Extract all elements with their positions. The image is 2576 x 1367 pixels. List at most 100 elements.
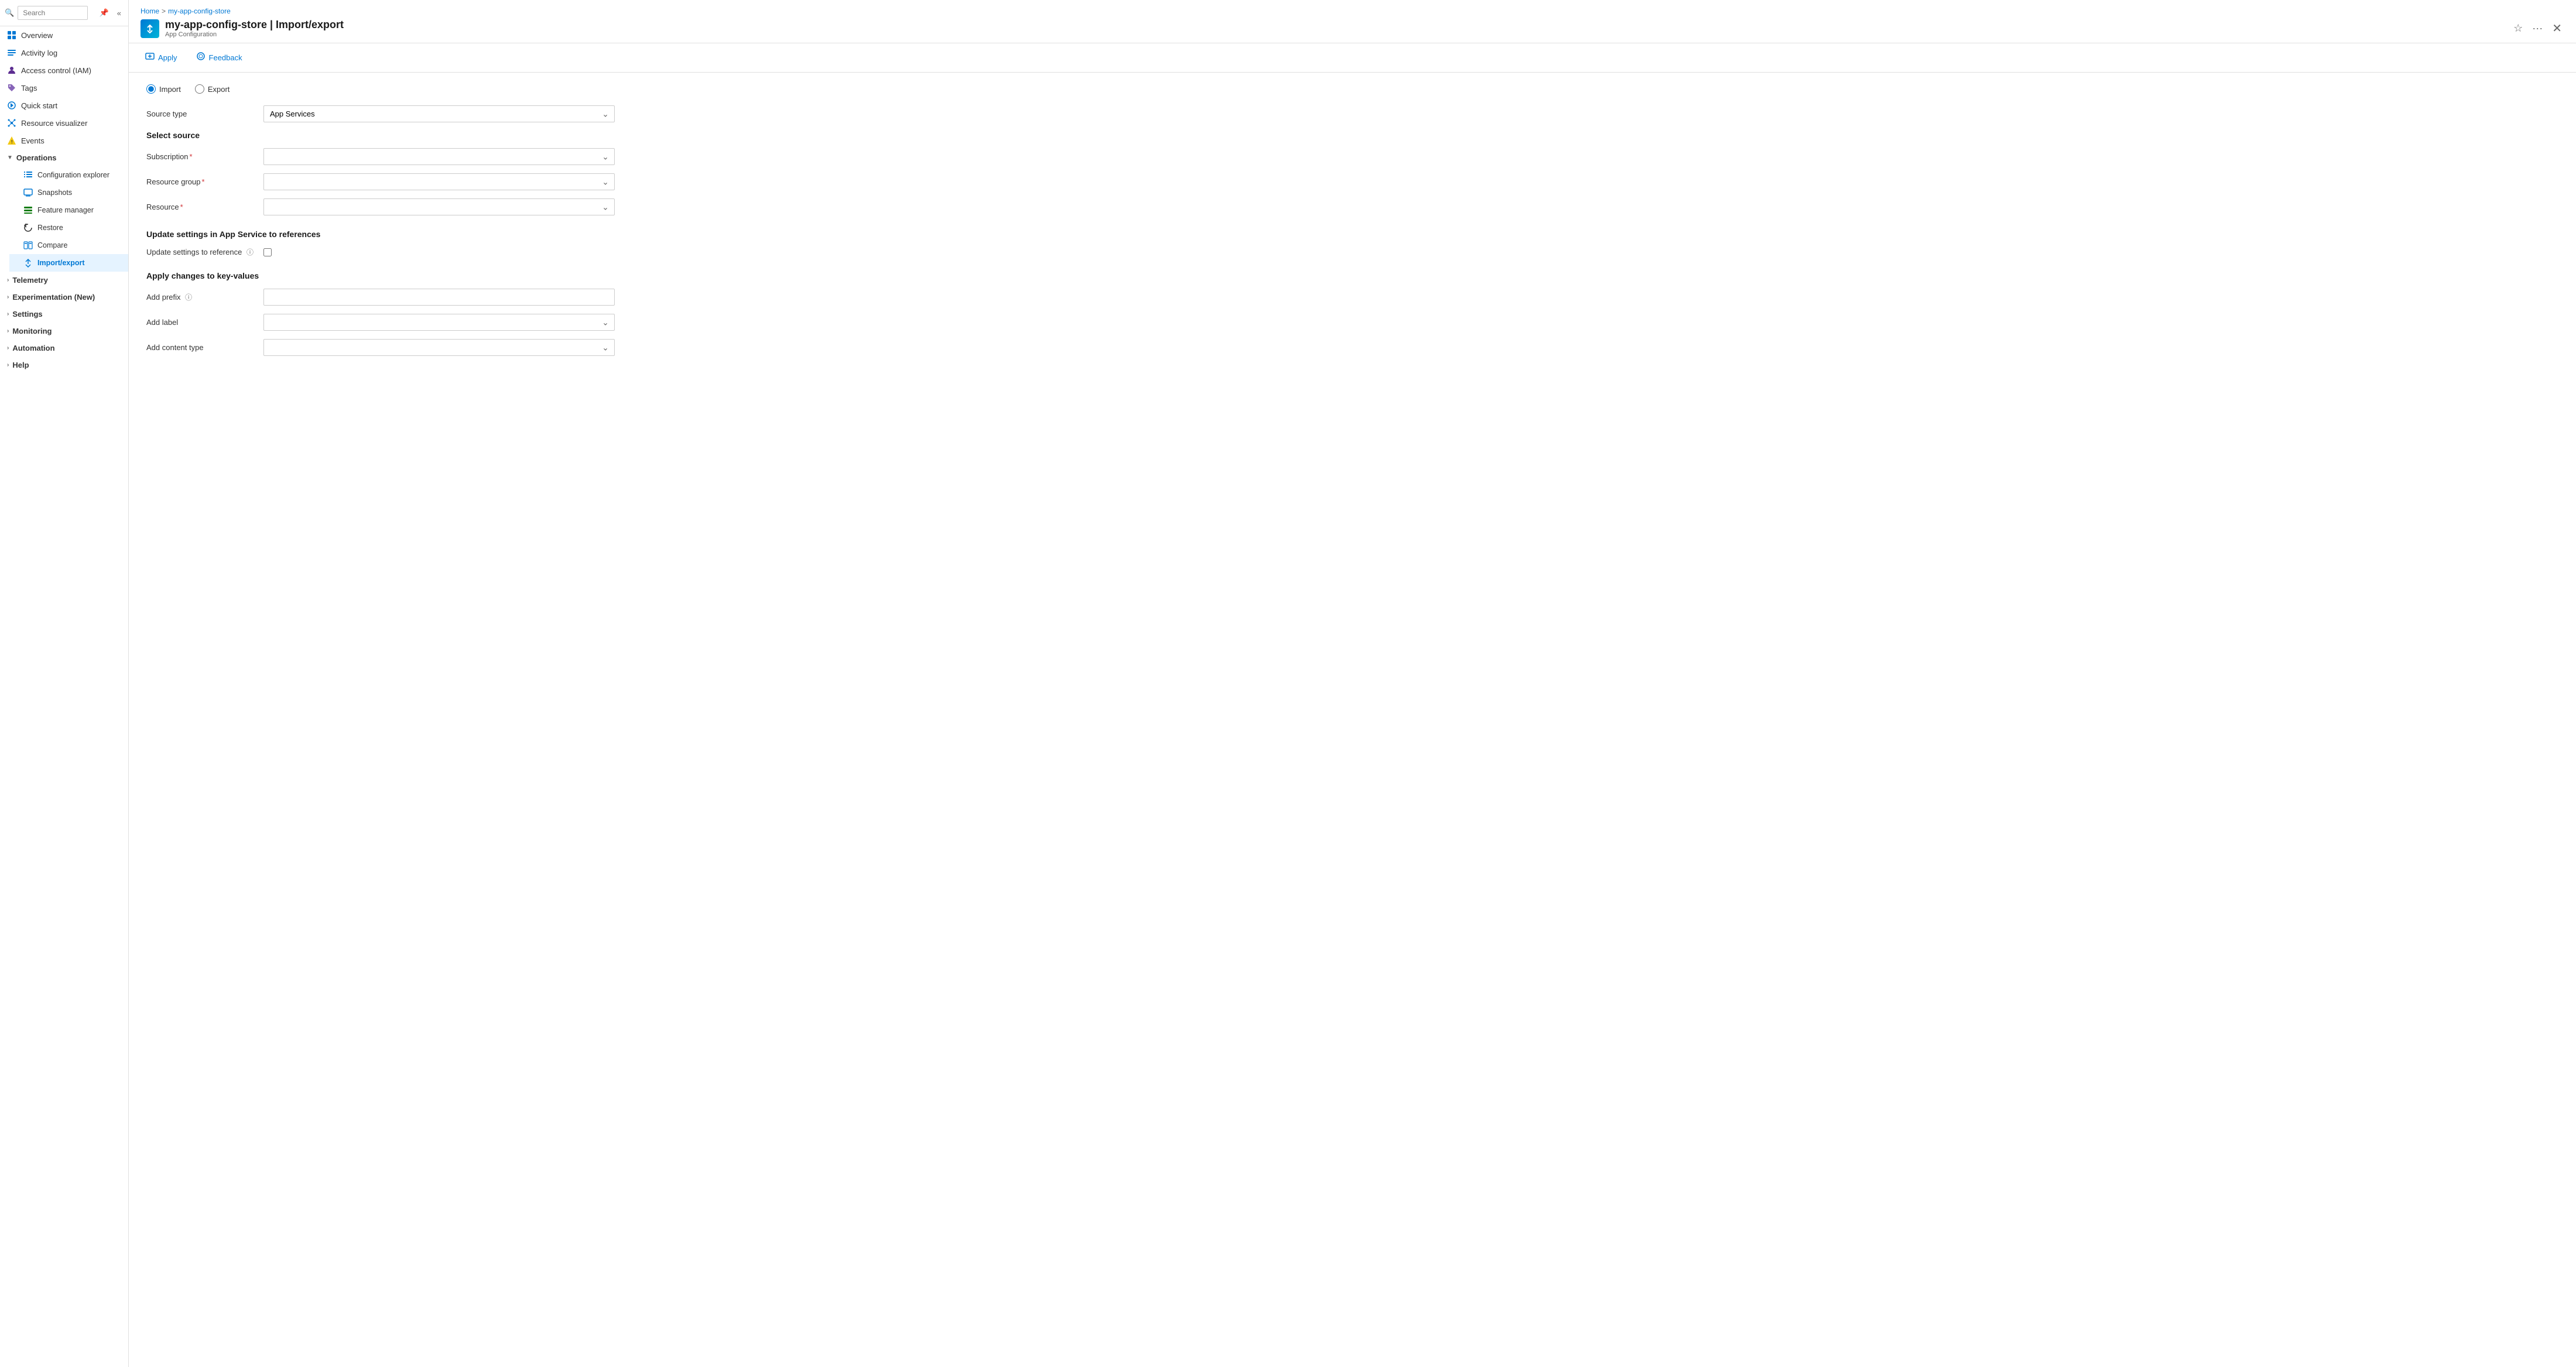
import-radio[interactable] <box>146 84 156 94</box>
subscription-select-wrapper <box>263 148 615 165</box>
add-content-type-select[interactable] <box>263 339 615 356</box>
select-source-section: Select source Subscription* Resourc <box>146 131 2558 215</box>
update-settings-checkbox[interactable] <box>263 248 272 256</box>
import-export-radio-group: Import Export <box>146 84 2558 94</box>
sidebar-section-telemetry[interactable]: › Telemetry <box>0 272 128 289</box>
sidebar-section-monitoring[interactable]: › Monitoring <box>0 323 128 340</box>
close-button[interactable]: ✕ <box>2550 19 2564 38</box>
feature-manager-icon <box>23 205 33 215</box>
update-settings-checkbox-row <box>263 248 615 256</box>
content-area: Import Export Source type App Services C… <box>129 73 2576 1367</box>
sidebar-section-experimentation-label: Experimentation (New) <box>12 293 95 302</box>
add-label-control <box>263 314 615 331</box>
sidebar-item-tags[interactable]: Tags <box>0 79 128 97</box>
sidebar-item-tags-label: Tags <box>21 84 37 92</box>
restore-icon <box>23 223 33 232</box>
add-label-select[interactable] <box>263 314 615 331</box>
resource-group-control <box>263 173 615 190</box>
search-icon: 🔍 <box>5 8 14 18</box>
sidebar-controls: 📌 « <box>97 7 124 19</box>
sidebar-item-snapshots[interactable]: Snapshots <box>9 184 128 201</box>
overview-icon <box>7 30 16 40</box>
resource-group-label: Resource group* <box>146 177 263 186</box>
subscription-required: * <box>190 152 193 161</box>
sidebar-section-operations[interactable]: ▼ Operations <box>0 149 128 166</box>
breadcrumb-current[interactable]: my-app-config-store <box>168 7 231 15</box>
subscription-label: Subscription* <box>146 152 263 161</box>
subscription-control <box>263 148 615 165</box>
svg-text:!: ! <box>11 139 13 145</box>
collapse-button[interactable]: « <box>115 7 124 19</box>
source-type-control: App Services Configuration file App Conf… <box>263 105 615 122</box>
source-type-select[interactable]: App Services Configuration file App Conf… <box>263 105 615 122</box>
sidebar-item-import-export[interactable]: Import/export <box>9 254 128 272</box>
select-source-title: Select source <box>146 131 2558 140</box>
config-explorer-icon <box>23 170 33 180</box>
sidebar-item-resource-visualizer[interactable]: Resource visualizer <box>0 114 128 132</box>
breadcrumb-home[interactable]: Home <box>141 7 159 15</box>
page-title-actions: ☆ ··· ✕ <box>2511 19 2564 38</box>
sidebar-item-events[interactable]: ! Events <box>0 132 128 149</box>
apply-changes-section: Apply changes to key-values Add prefix ⓘ… <box>146 271 2558 356</box>
sidebar: 🔍 📌 « Overview Activity log Access <box>0 0 129 1367</box>
settings-chevron-icon: › <box>7 311 9 317</box>
sidebar-section-settings[interactable]: › Settings <box>0 306 128 323</box>
sidebar-item-quick-start-label: Quick start <box>21 101 57 110</box>
feedback-button[interactable]: Feedback <box>191 49 247 66</box>
page-icon <box>141 19 159 38</box>
resource-group-select[interactable] <box>263 173 615 190</box>
resource-group-row: Resource group* <box>146 173 2558 190</box>
sidebar-item-feature-manager[interactable]: Feature manager <box>9 201 128 219</box>
add-prefix-info-icon[interactable]: ⓘ <box>185 293 192 302</box>
apply-label: Apply <box>158 53 177 62</box>
apply-button[interactable]: Apply <box>141 49 182 66</box>
sidebar-section-settings-label: Settings <box>12 310 42 318</box>
pin-button[interactable]: 📌 <box>97 7 111 19</box>
more-button[interactable]: ··· <box>2530 20 2545 37</box>
sidebar-section-automation-label: Automation <box>12 344 54 352</box>
toolbar: Apply Feedback <box>129 43 2576 73</box>
source-type-row: Source type App Services Configuration f… <box>146 105 2558 122</box>
add-content-type-select-wrapper <box>263 339 615 356</box>
experimentation-chevron-icon: › <box>7 294 9 300</box>
sidebar-section-help[interactable]: › Help <box>0 357 128 374</box>
update-settings-info-icon[interactable]: ⓘ <box>246 248 254 256</box>
sidebar-section-automation[interactable]: › Automation <box>0 340 128 357</box>
sidebar-item-config-explorer[interactable]: Configuration explorer <box>9 166 128 184</box>
feedback-label: Feedback <box>209 53 242 62</box>
feedback-icon <box>196 52 205 64</box>
resource-group-select-wrapper <box>263 173 615 190</box>
tags-icon <box>7 83 16 92</box>
page-title: my-app-config-store | Import/export <box>165 19 344 31</box>
search-input[interactable] <box>18 6 88 20</box>
add-content-type-control <box>263 339 615 356</box>
sidebar-item-activity-log[interactable]: Activity log <box>0 44 128 61</box>
export-radio[interactable] <box>195 84 204 94</box>
main-content: Home > my-app-config-store my-app-config… <box>129 0 2576 1367</box>
update-settings-control <box>263 248 615 256</box>
sidebar-item-compare[interactable]: Compare <box>9 237 128 254</box>
telemetry-chevron-icon: › <box>7 277 9 283</box>
source-type-label: Source type <box>146 109 263 118</box>
sidebar-section-help-label: Help <box>12 361 29 369</box>
sidebar-item-overview[interactable]: Overview <box>0 26 128 44</box>
sidebar-item-snapshots-label: Snapshots <box>37 189 72 197</box>
sidebar-item-restore-label: Restore <box>37 224 63 232</box>
resource-select[interactable] <box>263 198 615 215</box>
add-prefix-input[interactable] <box>263 289 615 306</box>
subscription-select[interactable] <box>263 148 615 165</box>
breadcrumb-separator: > <box>162 7 166 15</box>
sidebar-item-quick-start[interactable]: Quick start <box>0 97 128 114</box>
resource-label: Resource* <box>146 203 263 211</box>
operations-subnav: Configuration explorer Snapshots Feature… <box>0 166 128 272</box>
sidebar-section-experimentation[interactable]: › Experimentation (New) <box>0 289 128 306</box>
export-radio-option[interactable]: Export <box>195 84 230 94</box>
compare-icon <box>23 241 33 250</box>
add-label-row: Add label <box>146 314 2558 331</box>
import-label: Import <box>159 85 181 94</box>
sidebar-item-restore[interactable]: Restore <box>9 219 128 237</box>
import-radio-option[interactable]: Import <box>146 84 181 94</box>
sidebar-item-access-control[interactable]: Access control (IAM) <box>0 61 128 79</box>
favorite-button[interactable]: ☆ <box>2511 20 2525 37</box>
events-icon: ! <box>7 136 16 145</box>
